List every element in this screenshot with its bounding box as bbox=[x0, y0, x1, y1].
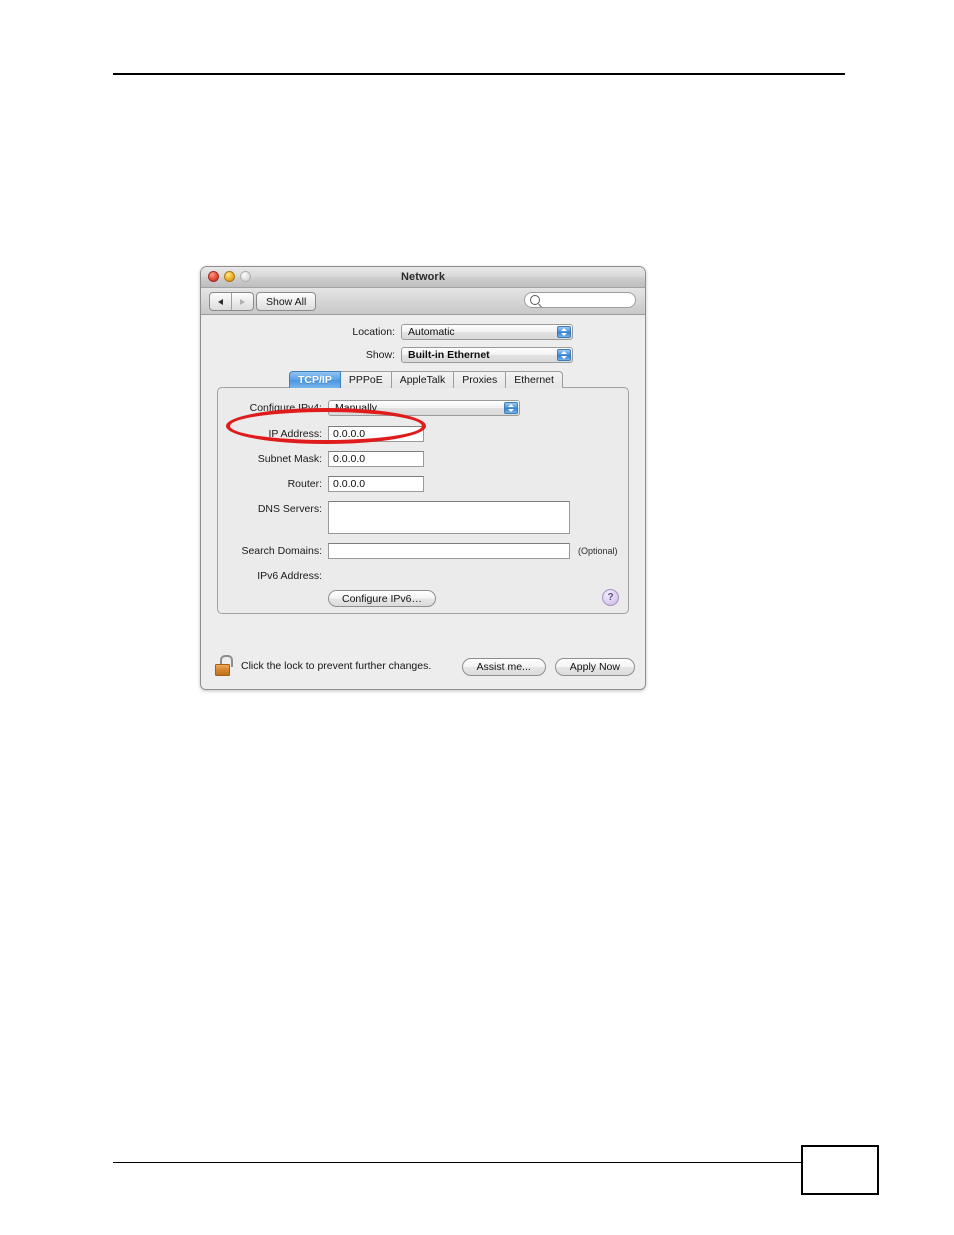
window-toolbar: Show All bbox=[201, 288, 645, 315]
location-popup-value: Automatic bbox=[408, 326, 455, 338]
location-row: Location: Automatic bbox=[201, 324, 645, 340]
tab-appletalk[interactable]: AppleTalk bbox=[391, 371, 455, 388]
show-popup-value: Built-in Ethernet bbox=[408, 349, 490, 361]
search-field[interactable] bbox=[524, 292, 636, 308]
forward-button[interactable] bbox=[231, 293, 253, 310]
back-button[interactable] bbox=[210, 293, 231, 310]
apply-now-button[interactable]: Apply Now bbox=[554, 658, 635, 676]
bottom-button-group: Assist me... Apply Now bbox=[461, 658, 635, 676]
ip-address-label: IP Address: bbox=[268, 428, 322, 440]
router-input[interactable]: 0.0.0.0 bbox=[328, 476, 424, 492]
tab-ethernet[interactable]: Ethernet bbox=[506, 371, 563, 388]
chevron-up-icon bbox=[561, 328, 567, 331]
search-domains-row: Search Domains: (Optional) bbox=[218, 543, 618, 559]
padlock-body bbox=[215, 664, 230, 676]
configure-ipv6-row: Configure IPv6… bbox=[218, 590, 436, 607]
ip-address-row: IP Address: 0.0.0.0 bbox=[218, 426, 424, 442]
configure-ipv6-button[interactable]: Configure IPv6… bbox=[328, 590, 436, 607]
chevron-updown-icon[interactable] bbox=[557, 326, 571, 338]
window-body: Location: Automatic Show: Built-in Ether… bbox=[201, 315, 645, 689]
dns-servers-input[interactable] bbox=[328, 501, 570, 534]
chevron-up-icon bbox=[561, 351, 567, 354]
show-all-button[interactable]: Show All bbox=[256, 292, 317, 311]
show-popup-menu[interactable]: Built-in Ethernet bbox=[401, 347, 573, 363]
show-label: Show: bbox=[365, 349, 395, 361]
dns-servers-row: DNS Servers: bbox=[218, 501, 570, 534]
location-label: Location: bbox=[352, 326, 395, 338]
assist-me-button[interactable]: Assist me... bbox=[461, 658, 546, 676]
subnet-mask-label: Subnet Mask: bbox=[257, 453, 322, 465]
chevron-down-icon bbox=[561, 333, 567, 336]
magnifier-icon bbox=[530, 295, 540, 305]
subnet-mask-input[interactable]: 0.0.0.0 bbox=[328, 451, 424, 467]
router-label: Router: bbox=[287, 478, 322, 490]
ipv6-address-row: IPv6 Address: bbox=[218, 568, 328, 584]
page-header-rule bbox=[113, 73, 845, 75]
configure-ipv4-row: Configure IPv4: Manually bbox=[218, 400, 520, 416]
tab-proxies[interactable]: Proxies bbox=[454, 371, 507, 388]
window-title: Network bbox=[400, 271, 446, 283]
window-titlebar: Network bbox=[201, 267, 645, 288]
open-padlock-icon[interactable] bbox=[215, 655, 235, 677]
search-domains-optional-hint: (Optional) bbox=[578, 546, 618, 556]
configure-ipv4-popup-menu[interactable]: Manually bbox=[328, 400, 520, 416]
location-popup-menu[interactable]: Automatic bbox=[401, 324, 573, 340]
chevron-updown-icon[interactable] bbox=[557, 349, 571, 361]
show-row: Show: Built-in Ethernet bbox=[201, 347, 645, 363]
nav-segmented-control[interactable] bbox=[209, 292, 254, 311]
tcpip-tab-panel: Configure IPv4: Manually IP Address: 0.0… bbox=[217, 387, 629, 614]
configure-ipv4-value: Manually bbox=[335, 402, 378, 414]
search-input[interactable] bbox=[543, 294, 629, 306]
chevron-updown-icon[interactable] bbox=[504, 402, 518, 414]
page-number-box bbox=[801, 1145, 879, 1195]
ip-address-input[interactable]: 0.0.0.0 bbox=[328, 426, 424, 442]
subnet-mask-row: Subnet Mask: 0.0.0.0 bbox=[218, 451, 424, 467]
search-domains-input[interactable] bbox=[328, 543, 570, 559]
dns-servers-label: DNS Servers: bbox=[257, 503, 322, 515]
help-button[interactable]: ? bbox=[602, 589, 619, 606]
triangle-right-icon bbox=[240, 298, 245, 305]
search-domains-label: Search Domains: bbox=[241, 545, 322, 557]
ipv6-address-label: IPv6 Address: bbox=[257, 570, 322, 582]
chevron-up-icon bbox=[508, 404, 514, 407]
tab-tcpip[interactable]: TCP/IP bbox=[289, 371, 341, 388]
triangle-left-icon bbox=[218, 298, 223, 305]
router-row: Router: 0.0.0.0 bbox=[218, 476, 424, 492]
window-bottom-bar: Click the lock to prevent further change… bbox=[201, 646, 645, 689]
chevron-down-icon bbox=[508, 409, 514, 412]
chevron-down-icon bbox=[561, 356, 567, 359]
tab-bar: TCP/IP PPPoE AppleTalk Proxies Ethernet bbox=[289, 371, 563, 388]
tab-pppoe[interactable]: PPPoE bbox=[340, 371, 392, 388]
configure-ipv4-label: Configure IPv4: bbox=[249, 402, 322, 414]
lock-hint-text: Click the lock to prevent further change… bbox=[241, 660, 432, 672]
network-preferences-window: Network Show All Location: Automatic Sho… bbox=[200, 266, 646, 690]
page-footer-rule bbox=[113, 1162, 803, 1163]
